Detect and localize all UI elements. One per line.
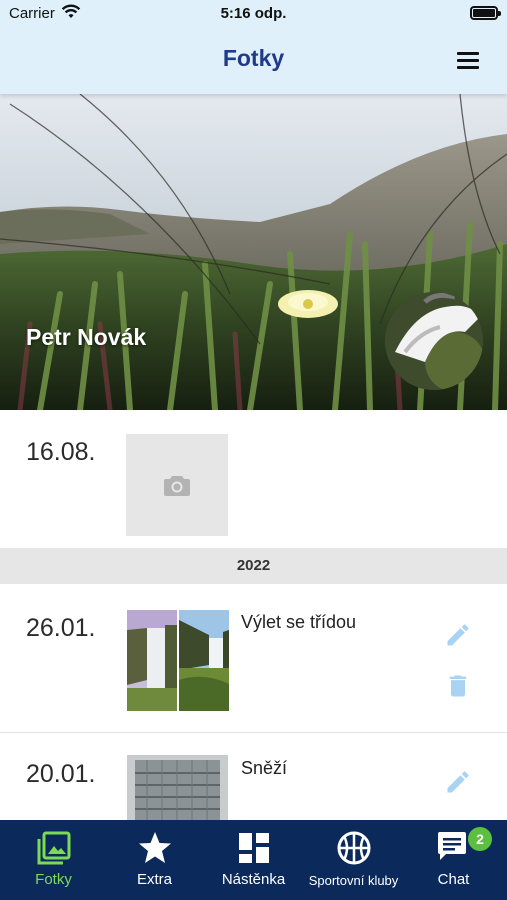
tab-label: Sportovní kluby bbox=[308, 873, 399, 888]
status-bar: Carrier 5:16 odp. bbox=[0, 0, 507, 28]
battery-icon bbox=[470, 6, 501, 20]
album-list: 16.08. 2022 26.01. Výlet se třídou 20.01… bbox=[0, 410, 507, 820]
album-photo-thumbnail[interactable] bbox=[127, 755, 228, 820]
album-row[interactable]: 26.01. Výlet se třídou bbox=[0, 584, 507, 733]
tab-chat[interactable]: 2 Chat bbox=[403, 820, 504, 900]
album-row[interactable]: 16.08. bbox=[0, 410, 507, 548]
album-date: 16.08. bbox=[26, 438, 96, 466]
edit-icon[interactable] bbox=[444, 621, 472, 649]
album-title: Výlet se třídou bbox=[241, 612, 357, 632]
photos-icon bbox=[37, 831, 70, 865]
profile-cover-photo: Petr Novák bbox=[0, 94, 507, 410]
tab-label: Nástěnka bbox=[221, 871, 286, 888]
album-date: 20.01. bbox=[26, 760, 96, 788]
building-photo bbox=[127, 755, 228, 820]
tab-nastenka[interactable]: Nástěnka bbox=[203, 820, 304, 900]
camera-icon bbox=[164, 476, 190, 496]
tab-sportovni-kluby[interactable]: Sportovní kluby bbox=[303, 820, 404, 900]
bottom-tab-bar: Fotky Extra Nástěnka Sportovní kluby 2 C… bbox=[0, 820, 507, 900]
chat-icon bbox=[437, 832, 466, 860]
page-title: Fotky bbox=[222, 45, 285, 71]
avatar-image bbox=[385, 292, 483, 390]
album-date: 26.01. bbox=[26, 614, 96, 642]
album-row[interactable]: 20.01. Sněží bbox=[0, 734, 507, 820]
flower bbox=[278, 290, 338, 318]
edit-icon[interactable] bbox=[444, 768, 472, 796]
basketball-icon bbox=[337, 831, 370, 865]
tab-label: Fotky bbox=[35, 871, 72, 888]
waterfall-photo bbox=[127, 610, 177, 711]
tab-label: Chat bbox=[437, 871, 470, 888]
star-icon bbox=[138, 832, 171, 863]
waterfall-photo bbox=[179, 610, 229, 711]
year-separator: 2022 bbox=[0, 548, 507, 584]
clock: 5:16 odp. bbox=[220, 5, 287, 22]
top-bar: Carrier 5:16 odp. Fotky bbox=[0, 0, 507, 94]
unread-badge: 2 bbox=[468, 827, 492, 851]
album-photo-thumbnail[interactable] bbox=[179, 610, 229, 711]
delete-icon[interactable] bbox=[444, 672, 472, 700]
tab-fotky[interactable]: Fotky bbox=[3, 820, 104, 900]
photo-placeholder[interactable] bbox=[126, 434, 228, 536]
tab-extra[interactable]: Extra bbox=[104, 820, 205, 900]
album-title: Sněží bbox=[241, 758, 288, 778]
hamburger-menu-icon[interactable] bbox=[457, 50, 481, 70]
dashboard-icon bbox=[238, 833, 269, 863]
tab-label: Extra bbox=[136, 871, 172, 888]
album-photo-thumbnail[interactable] bbox=[127, 610, 177, 711]
profile-name: Petr Novák bbox=[26, 324, 147, 350]
avatar[interactable] bbox=[385, 292, 483, 390]
